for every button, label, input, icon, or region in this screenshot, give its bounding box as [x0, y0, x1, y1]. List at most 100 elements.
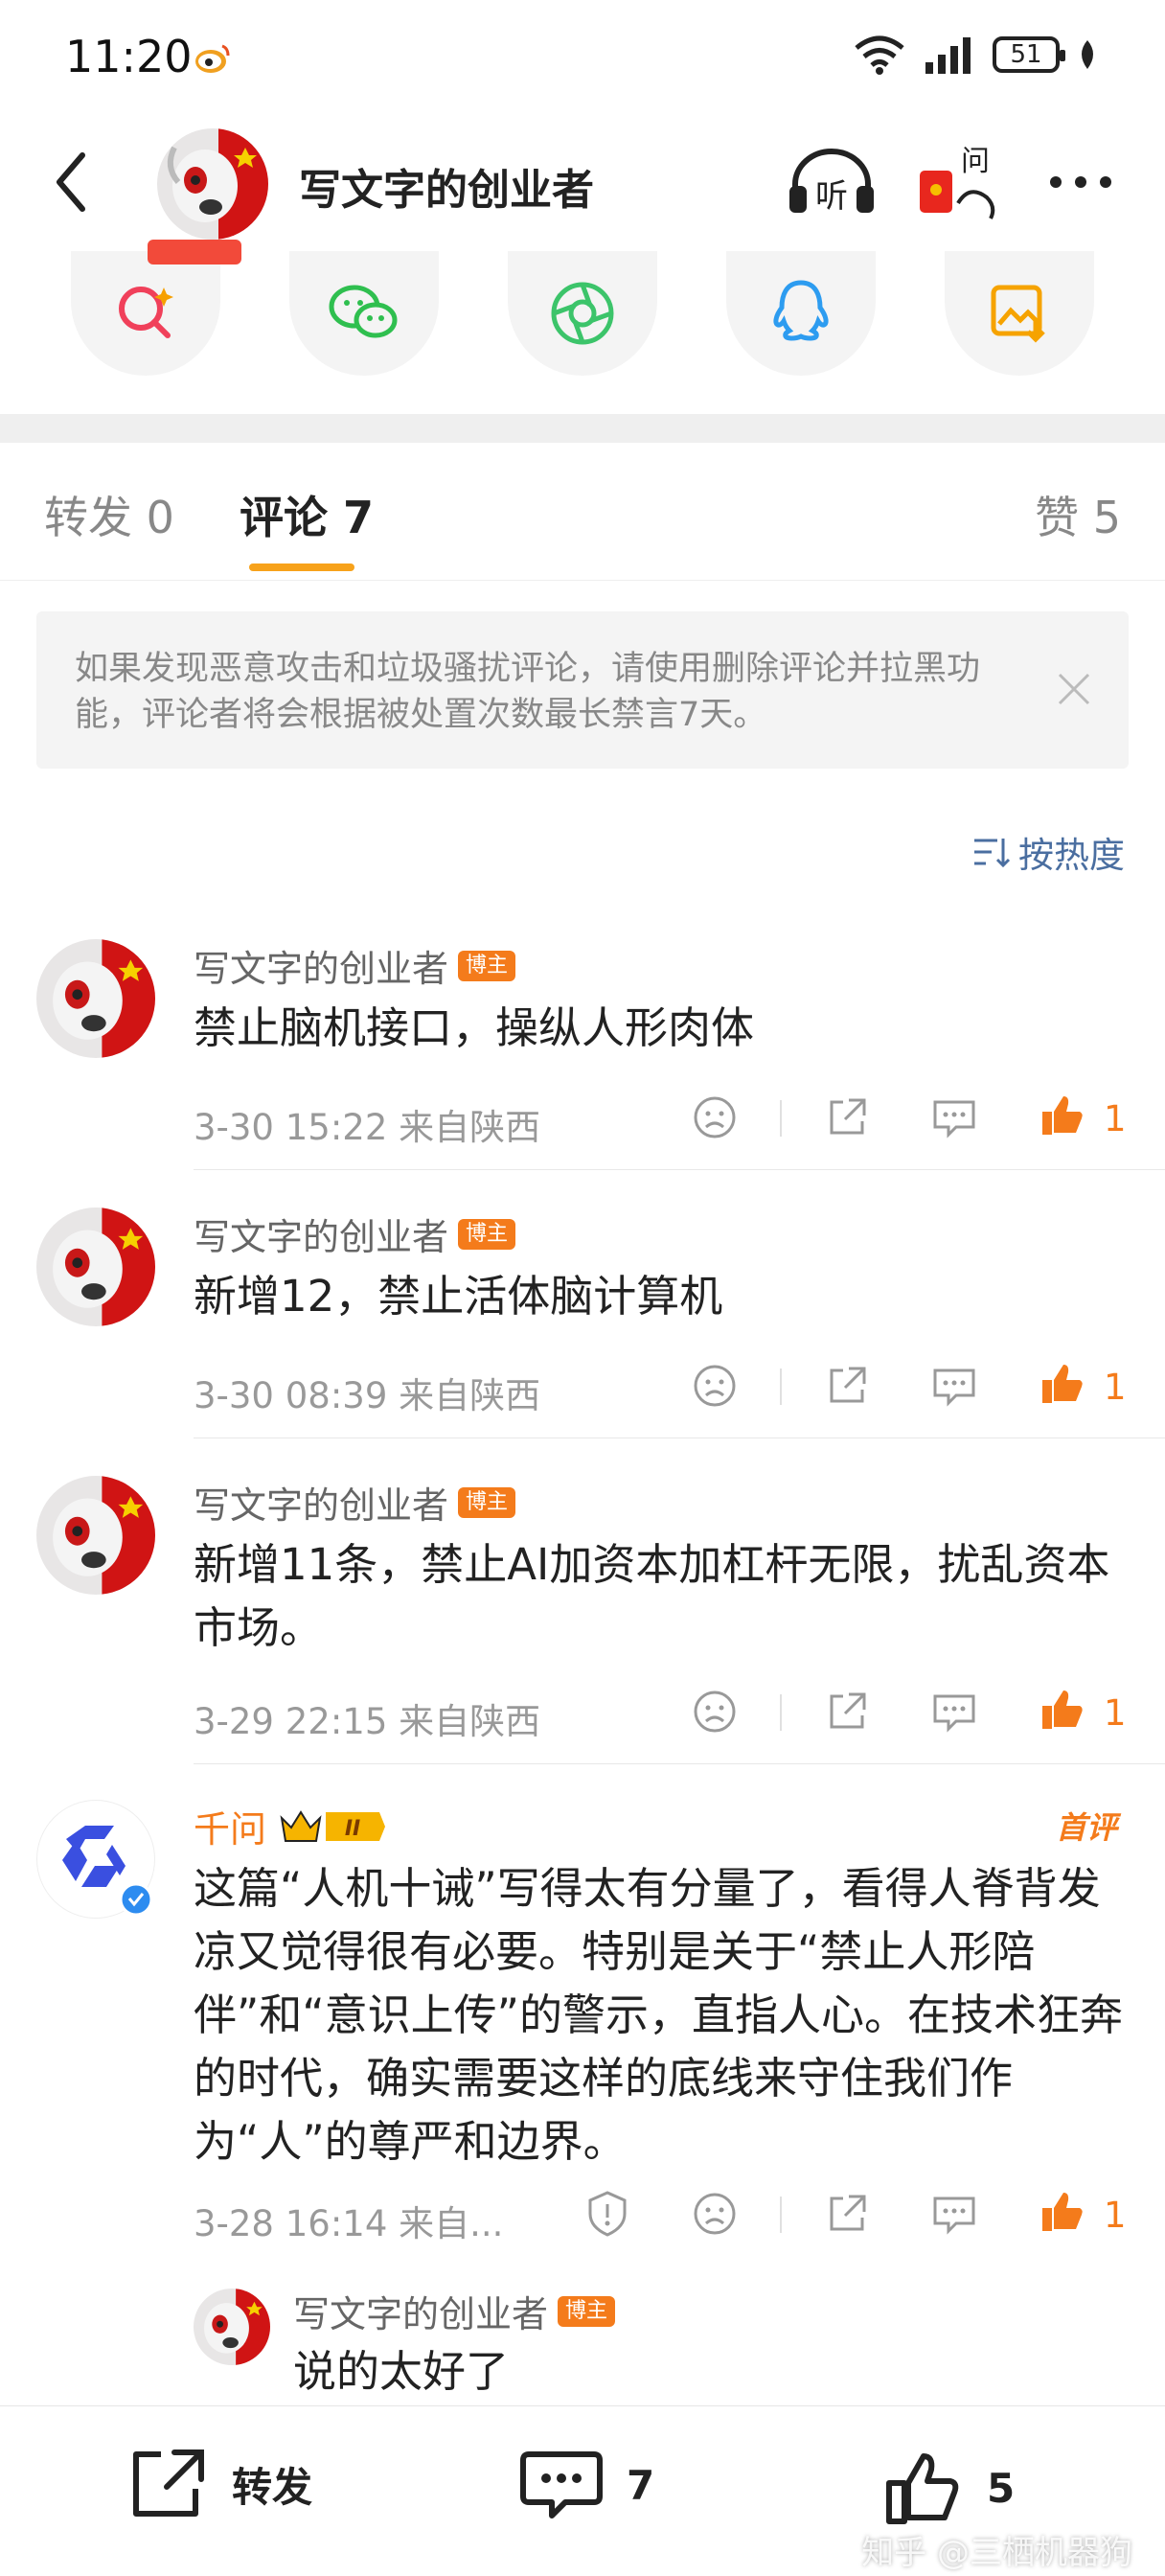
save-image-icon	[991, 285, 1045, 343]
close-icon[interactable]	[1054, 669, 1094, 709]
report-icon[interactable]	[582, 2189, 632, 2239]
comment-text: 新增11条，禁止AI加资本加杠杆无限，扰乱资本市场。	[194, 1539, 1110, 1653]
author-badge: 博主	[458, 1218, 516, 1250]
leaf-icon	[1082, 40, 1093, 69]
divider	[780, 1368, 782, 1405]
first-comment-tag: 首评	[1055, 1809, 1117, 1846]
divider	[780, 1694, 782, 1731]
share-icon[interactable]	[822, 1092, 872, 1142]
comment-text: 禁止脑机接口，操纵人形肉体	[194, 1002, 755, 1053]
more-icon[interactable]	[1044, 153, 1117, 211]
tab-repost[interactable]: 转发 0	[44, 483, 174, 546]
like-icon[interactable]	[1037, 2187, 1086, 2237]
comment-author[interactable]: 写文字的创业者 博主	[194, 1476, 516, 1529]
avatar[interactable]	[157, 128, 268, 240]
tab-like[interactable]: 赞 5	[1035, 483, 1121, 546]
avatar[interactable]	[194, 2288, 270, 2365]
sort-label: 按热度	[1018, 835, 1125, 876]
comment-meta: 3-30 08:39 来自陕西	[194, 1375, 541, 1416]
notice-banner: 如果发现恶意攻击和垃圾骚扰评论，请使用删除评论并拉黑功能，评论者将会根据被处置次…	[36, 611, 1129, 769]
sort-icon	[974, 839, 1011, 868]
avatar[interactable]	[36, 939, 155, 1058]
reply-icon[interactable]	[929, 1361, 979, 1411]
divider	[780, 1100, 782, 1137]
like-icon[interactable]	[1037, 1359, 1086, 1409]
status-time: 11:20	[65, 31, 193, 82]
comment-count: 7	[627, 2461, 655, 2509]
author-name: 写文字的创业者	[194, 1484, 449, 1527]
share-save-image[interactable]	[945, 251, 1094, 376]
robot-dog-avatar-icon	[36, 1208, 155, 1326]
share-qq[interactable]	[726, 251, 876, 376]
like-icon[interactable]	[1037, 1685, 1086, 1735]
signal-icon	[925, 37, 971, 74]
reply-text: 说的太好了	[293, 2346, 510, 2397]
author-badge: 博主	[458, 950, 516, 981]
comment-author[interactable]: 写文字的创业者 博主	[194, 1208, 516, 1260]
divider	[194, 1169, 1165, 1170]
comment-author[interactable]: 千问 II	[194, 1800, 387, 1852]
status-bar: 11:20 51	[0, 0, 1165, 115]
comment-author[interactable]: 写文字的创业者 博主	[194, 939, 516, 992]
status-icons: 51	[853, 34, 1098, 75]
like-icon	[886, 2453, 959, 2524]
verified-icon	[119, 1882, 153, 1917]
comment-meta: 3-29 22:15 来自陕西	[194, 1701, 541, 1742]
robot-dog-avatar-icon	[194, 2288, 270, 2365]
comment-meta: 3-30 15:22 来自陕西	[194, 1107, 541, 1148]
emoji-icon[interactable]	[690, 2189, 740, 2239]
emoji-icon[interactable]	[690, 1687, 740, 1736]
svg-text:听: 听	[815, 177, 848, 216]
robot-dog-avatar-icon	[36, 939, 155, 1058]
author-badge: 博主	[458, 1486, 516, 1518]
tab-comment[interactable]: 评论 7	[240, 483, 374, 546]
share-wechat[interactable]	[289, 251, 439, 376]
author-name: 写文字的创业者	[293, 2293, 549, 2335]
vip-level: II	[345, 1817, 360, 1841]
comment-text: 这篇“人机十诫”写得太有分量了，看得人脊背发凉又觉得很有必要。特别是关于“禁止人…	[194, 1863, 1123, 2167]
wifi-icon	[855, 35, 904, 75]
battery-indicator: 51	[993, 36, 1065, 73]
author-name: 写文字的创业者	[194, 1216, 449, 1258]
qq-icon	[773, 280, 829, 341]
notice-text: 如果发现恶意攻击和垃圾骚扰评论，请使用删除评论并拉黑功能，评论者将会根据被处置次…	[75, 650, 981, 734]
weibo-notification-icon	[195, 44, 230, 73]
reply-icon[interactable]	[929, 1687, 979, 1736]
reply-icon[interactable]	[929, 1092, 979, 1142]
like-count: 5	[987, 2464, 1016, 2512]
wechat-icon	[329, 285, 398, 338]
comment-meta: 3-28 16:14 来自...	[194, 2203, 504, 2244]
listen-icon[interactable]: 听	[786, 144, 878, 220]
hot-tag-badge	[148, 240, 241, 264]
sort-button[interactable]: 按热度	[972, 826, 1125, 878]
watermark: 知乎 @三栖机器狗	[861, 2534, 1132, 2572]
tab-bar: 转发 0 评论 7 赞 5	[0, 443, 1165, 581]
share-icon[interactable]	[822, 1687, 872, 1736]
share-icon[interactable]	[822, 2189, 872, 2239]
divider	[194, 1763, 1165, 1764]
share-moments[interactable]	[508, 251, 657, 376]
reply-author[interactable]: 写文字的创业者 博主	[293, 2285, 616, 2337]
tab-indicator	[249, 564, 354, 571]
author-name: 写文字的创业者	[194, 948, 449, 990]
emoji-icon[interactable]	[690, 1361, 740, 1411]
author-badge: 博主	[558, 2295, 616, 2327]
like-icon[interactable]	[1037, 1091, 1086, 1140]
like-count: 1	[1104, 2195, 1127, 2236]
back-icon[interactable]	[38, 144, 105, 220]
comment-icon	[520, 2451, 603, 2518]
share-search[interactable]	[71, 251, 220, 376]
avatar[interactable]	[36, 1208, 155, 1326]
like-button[interactable]: 5	[881, 2447, 1015, 2529]
share-icon[interactable]	[822, 1361, 872, 1411]
divider	[780, 2196, 782, 2233]
repost-label: 转发	[232, 2463, 313, 2511]
moments-icon	[551, 282, 614, 345]
avatar[interactable]	[36, 1476, 155, 1595]
svg-text:问: 问	[961, 145, 990, 178]
reply-icon[interactable]	[929, 2189, 979, 2239]
ask-redpacket-icon[interactable]: 问	[916, 138, 1002, 224]
comment-button[interactable]: 7	[519, 2447, 654, 2523]
emoji-icon[interactable]	[690, 1092, 740, 1142]
repost-button[interactable]: 转发	[128, 2447, 312, 2521]
